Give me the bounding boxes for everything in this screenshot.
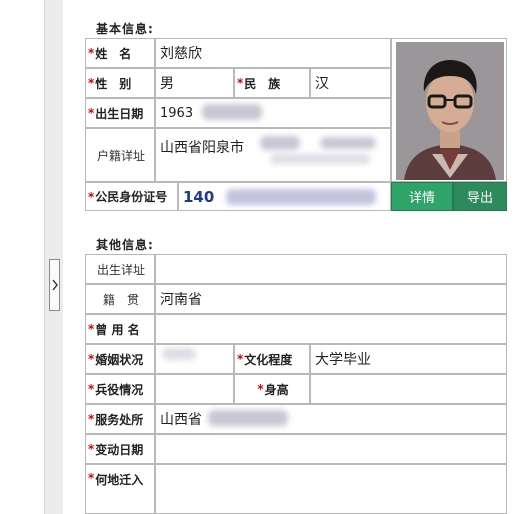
expand-sidebar-button[interactable]: [49, 259, 60, 311]
person-info-panel: 基本信息: * 姓 名 刘慈欣 * 性 别 男 * 民 族 汉 * 出生日期 1963 …: [80, 14, 507, 514]
basic-info-title: 基本信息:: [96, 22, 154, 36]
other-info-title: 其他信息:: [96, 238, 154, 252]
gender-label: * 性 别: [85, 68, 155, 98]
redaction-household-2: [320, 137, 376, 149]
redaction-birth: [202, 104, 262, 120]
native-place-value: 河南省: [155, 284, 507, 314]
household-label: 户籍详址: [85, 128, 155, 182]
birth-date-label: * 出生日期: [85, 98, 155, 128]
ethnic-label: * 民 族: [234, 68, 310, 98]
birth-date-value: 1963: [155, 98, 391, 128]
redaction-household-3: [270, 154, 370, 164]
height-label: * 身高: [234, 374, 310, 404]
move-in-value: [155, 464, 507, 514]
redaction-marital: [162, 348, 196, 360]
gender-value: 男: [155, 68, 234, 98]
sidebar-rail: [44, 0, 63, 514]
used-name-value: [155, 314, 507, 344]
name-label: * 姓 名: [85, 38, 155, 68]
birthplace-value: [155, 254, 507, 284]
education-value: 大学毕业: [310, 344, 507, 374]
export-button[interactable]: 导出: [453, 182, 507, 211]
used-name-label: * 曾 用 名: [85, 314, 155, 344]
military-label: * 兵役情况: [85, 374, 155, 404]
military-value: [155, 374, 234, 404]
native-place-label: 籍 贯: [85, 284, 155, 314]
id-number-label: * 公民身份证号: [85, 182, 178, 211]
workplace-label: * 服务处所: [85, 404, 155, 434]
height-value: [310, 374, 507, 404]
right-margin: [507, 0, 526, 514]
marital-label: * 婚姻状况: [85, 344, 155, 374]
redaction-household-1: [260, 136, 300, 150]
portrait-photo: [391, 38, 507, 182]
ethnic-value: 汉: [310, 68, 391, 98]
change-date-value: [155, 434, 507, 464]
redaction-workplace: [208, 410, 288, 426]
name-value: 刘慈欣: [155, 38, 391, 68]
redaction-id: [226, 189, 376, 205]
move-in-label: * 何地迁入: [85, 464, 155, 514]
detail-button[interactable]: 详情: [391, 182, 453, 211]
chevron-right-icon: [52, 279, 58, 291]
left-gutter: [0, 0, 63, 514]
change-date-label: * 变动日期: [85, 434, 155, 464]
birthplace-label: 出生详址: [85, 254, 155, 284]
education-label: * 文化程度: [234, 344, 310, 374]
